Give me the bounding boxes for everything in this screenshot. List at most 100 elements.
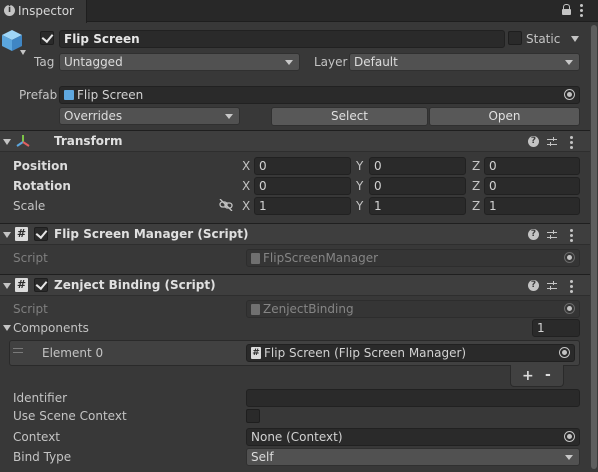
context-value: None (Context) (251, 430, 343, 444)
prefab-field[interactable]: Flip Screen (59, 86, 580, 104)
overrides-dropdown[interactable]: Overrides (59, 107, 240, 125)
components-label[interactable]: Components (13, 320, 89, 336)
script-value: FlipScreenManager (263, 251, 379, 265)
rotation-y-label[interactable]: Y (356, 178, 363, 194)
script-label: Script (13, 251, 48, 265)
script-value: ZenjectBinding (263, 302, 354, 316)
static-checkbox[interactable] (508, 31, 522, 45)
position-y-label[interactable]: Y (356, 158, 363, 174)
flip-screen-manager-title: Flip Screen Manager (Script) (54, 227, 249, 241)
element-0-field[interactable]: # Flip Screen (Flip Screen Manager) (246, 344, 575, 362)
scale-x-field[interactable]: 1 (254, 197, 351, 215)
icon-dropdown-arrow[interactable] (20, 50, 26, 55)
tag-label: Tag (34, 55, 55, 69)
bind-type-value: Self (251, 450, 274, 464)
static-dropdown-arrow[interactable] (571, 36, 579, 42)
remove-element-button[interactable]: - (545, 367, 551, 383)
add-element-button[interactable]: + (522, 368, 534, 384)
tag-value: Untagged (64, 55, 123, 69)
scale-y-field[interactable]: 1 (369, 197, 466, 215)
rotation-x-field[interactable]: 0 (254, 177, 351, 195)
element-0-value: Flip Screen (Flip Screen Manager) (264, 346, 467, 360)
position-x-field[interactable]: 0 (254, 157, 351, 175)
position-y-field[interactable]: 0 (369, 157, 466, 175)
scale-z-field[interactable]: 1 (484, 197, 580, 215)
foldout-arrow-icon[interactable] (3, 139, 11, 145)
kebab-icon[interactable] (570, 229, 573, 242)
position-label: Position (13, 159, 68, 173)
scrollbar-thumb[interactable] (591, 25, 597, 469)
component-enabled-checkbox[interactable] (34, 278, 48, 292)
context-field[interactable]: None (Context) (246, 428, 580, 446)
scale-z-label[interactable]: Z (472, 198, 480, 214)
rotation-z-label[interactable]: Z (472, 178, 480, 194)
position-z-label[interactable]: Z (472, 158, 480, 174)
kebab-icon[interactable] (580, 4, 583, 17)
foldout-arrow-icon[interactable] (3, 232, 11, 238)
zenject-binding-header[interactable]: # Zenject Binding (Script) ? (0, 274, 598, 296)
gameobject-name-field[interactable]: Flip Screen (59, 30, 505, 48)
use-scene-context-checkbox[interactable] (246, 409, 260, 423)
target-icon (564, 303, 575, 314)
use-scene-context-label: Use Scene Context (13, 409, 127, 423)
list-footer (510, 365, 564, 387)
tag-dropdown[interactable]: Untagged (59, 53, 300, 71)
position-z-field[interactable]: 0 (484, 157, 580, 175)
rotation-z-field[interactable]: 0 (484, 177, 580, 195)
context-label: Context (13, 430, 61, 444)
script-file-icon (251, 304, 260, 315)
zenject-binding-title: Zenject Binding (Script) (54, 278, 216, 292)
scale-x-label[interactable]: X (242, 198, 250, 214)
preset-icon[interactable] (547, 230, 557, 240)
tab-inspector[interactable]: i Inspector (0, 0, 87, 23)
component-enabled-checkbox[interactable] (34, 227, 48, 241)
script-label: Script (13, 302, 48, 316)
rotation-y-field[interactable]: 0 (369, 177, 466, 195)
help-icon[interactable]: ? (528, 280, 539, 291)
layer-value: Default (354, 55, 398, 69)
prefab-value: Flip Screen (77, 88, 144, 102)
element-0-label: Element 0 (42, 346, 104, 360)
open-button[interactable]: Open (429, 107, 580, 126)
transform-title: Transform (54, 134, 123, 148)
script-icon: # (15, 278, 28, 292)
flip-screen-manager-header[interactable]: # Flip Screen Manager (Script) ? (0, 223, 598, 245)
scale-y-label[interactable]: Y (356, 198, 363, 214)
position-x-label[interactable]: X (242, 158, 250, 174)
chevron-down-icon (285, 60, 293, 65)
drag-handle[interactable] (13, 348, 23, 353)
kebab-icon[interactable] (570, 280, 573, 293)
active-checkbox[interactable] (40, 31, 54, 45)
components-foldout-icon[interactable] (3, 325, 11, 331)
identifier-label: Identifier (13, 391, 68, 405)
target-icon (564, 252, 575, 263)
transform-header[interactable]: Transform ? (0, 130, 598, 152)
script-icon: # (15, 227, 28, 241)
identifier-field[interactable] (246, 389, 580, 407)
prefab-label: Prefab (19, 88, 58, 102)
chevron-down-icon (565, 60, 573, 65)
overrides-value: Overrides (64, 109, 123, 123)
target-icon[interactable] (559, 347, 570, 358)
link-icon[interactable] (219, 198, 233, 212)
select-button[interactable]: Select (271, 107, 428, 126)
bind-type-dropdown[interactable]: Self (246, 448, 580, 466)
lock-icon[interactable] (562, 4, 571, 15)
bind-type-label: Bind Type (13, 450, 72, 464)
foldout-arrow-icon[interactable] (3, 283, 11, 289)
preset-icon[interactable] (547, 281, 557, 291)
target-icon[interactable] (564, 89, 575, 100)
preset-icon[interactable] (547, 137, 557, 147)
rotation-x-label[interactable]: X (242, 178, 250, 194)
scrollbar[interactable] (590, 23, 598, 472)
chevron-down-icon (565, 455, 573, 460)
help-icon[interactable]: ? (528, 229, 539, 240)
components-count-field[interactable]: 1 (532, 319, 580, 337)
kebab-icon[interactable] (570, 136, 573, 149)
layer-label: Layer (314, 55, 348, 69)
script-icon: # (251, 347, 261, 359)
layer-dropdown[interactable]: Default (349, 53, 580, 71)
help-icon[interactable]: ? (528, 136, 539, 147)
target-icon[interactable] (564, 431, 575, 442)
info-icon: i (4, 5, 15, 16)
